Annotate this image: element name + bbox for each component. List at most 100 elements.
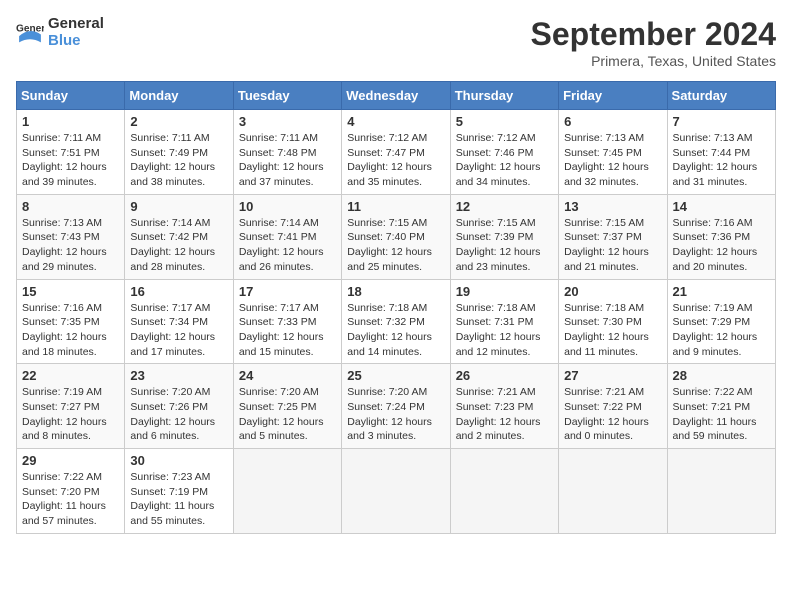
calendar-cell: 1 Sunrise: 7:11 AMSunset: 7:51 PMDayligh… (17, 110, 125, 195)
day-info: Sunrise: 7:19 AMSunset: 7:27 PMDaylight:… (22, 386, 107, 442)
day-number: 9 (130, 199, 227, 214)
day-info: Sunrise: 7:12 AMSunset: 7:46 PMDaylight:… (456, 132, 541, 188)
day-info: Sunrise: 7:11 AMSunset: 7:48 PMDaylight:… (239, 132, 324, 188)
calendar-cell: 28 Sunrise: 7:22 AMSunset: 7:21 PMDaylig… (667, 364, 775, 449)
day-info: Sunrise: 7:22 AMSunset: 7:21 PMDaylight:… (673, 386, 757, 442)
calendar-cell: 20 Sunrise: 7:18 AMSunset: 7:30 PMDaylig… (559, 279, 667, 364)
day-number: 12 (456, 199, 553, 214)
calendar-cell: 27 Sunrise: 7:21 AMSunset: 7:22 PMDaylig… (559, 364, 667, 449)
calendar-cell (450, 449, 558, 534)
day-info: Sunrise: 7:17 AMSunset: 7:33 PMDaylight:… (239, 302, 324, 358)
calendar-cell: 26 Sunrise: 7:21 AMSunset: 7:23 PMDaylig… (450, 364, 558, 449)
calendar-cell: 4 Sunrise: 7:12 AMSunset: 7:47 PMDayligh… (342, 110, 450, 195)
day-number: 25 (347, 368, 444, 383)
calendar-cell: 5 Sunrise: 7:12 AMSunset: 7:46 PMDayligh… (450, 110, 558, 195)
calendar-cell: 15 Sunrise: 7:16 AMSunset: 7:35 PMDaylig… (17, 279, 125, 364)
day-info: Sunrise: 7:15 AMSunset: 7:40 PMDaylight:… (347, 217, 432, 273)
day-number: 6 (564, 114, 661, 129)
page-header: General General Blue September 2024 Prim… (16, 16, 776, 69)
day-of-week-header: Tuesday (233, 82, 341, 110)
calendar-cell: 21 Sunrise: 7:19 AMSunset: 7:29 PMDaylig… (667, 279, 775, 364)
day-info: Sunrise: 7:12 AMSunset: 7:47 PMDaylight:… (347, 132, 432, 188)
day-number: 4 (347, 114, 444, 129)
day-number: 10 (239, 199, 336, 214)
day-number: 29 (22, 453, 119, 468)
day-number: 16 (130, 284, 227, 299)
calendar-cell (233, 449, 341, 534)
day-number: 2 (130, 114, 227, 129)
day-number: 3 (239, 114, 336, 129)
month-year-title: September 2024 (531, 16, 776, 53)
day-number: 13 (564, 199, 661, 214)
calendar-cell: 24 Sunrise: 7:20 AMSunset: 7:25 PMDaylig… (233, 364, 341, 449)
day-number: 7 (673, 114, 770, 129)
logo: General General Blue (16, 16, 104, 49)
calendar-cell: 13 Sunrise: 7:15 AMSunset: 7:37 PMDaylig… (559, 194, 667, 279)
calendar-cell: 9 Sunrise: 7:14 AMSunset: 7:42 PMDayligh… (125, 194, 233, 279)
calendar-cell: 18 Sunrise: 7:18 AMSunset: 7:32 PMDaylig… (342, 279, 450, 364)
day-info: Sunrise: 7:11 AMSunset: 7:51 PMDaylight:… (22, 132, 107, 188)
day-info: Sunrise: 7:17 AMSunset: 7:34 PMDaylight:… (130, 302, 215, 358)
day-of-week-header: Thursday (450, 82, 558, 110)
calendar-cell: 30 Sunrise: 7:23 AMSunset: 7:19 PMDaylig… (125, 449, 233, 534)
day-info: Sunrise: 7:20 AMSunset: 7:24 PMDaylight:… (347, 386, 432, 442)
calendar-cell: 12 Sunrise: 7:15 AMSunset: 7:39 PMDaylig… (450, 194, 558, 279)
calendar-cell: 11 Sunrise: 7:15 AMSunset: 7:40 PMDaylig… (342, 194, 450, 279)
day-info: Sunrise: 7:15 AMSunset: 7:37 PMDaylight:… (564, 217, 649, 273)
day-number: 28 (673, 368, 770, 383)
calendar-cell: 7 Sunrise: 7:13 AMSunset: 7:44 PMDayligh… (667, 110, 775, 195)
logo-general-text: General (48, 16, 104, 33)
title-block: September 2024 Primera, Texas, United St… (531, 16, 776, 69)
day-info: Sunrise: 7:13 AMSunset: 7:44 PMDaylight:… (673, 132, 758, 188)
day-of-week-header: Friday (559, 82, 667, 110)
calendar-cell: 6 Sunrise: 7:13 AMSunset: 7:45 PMDayligh… (559, 110, 667, 195)
day-number: 1 (22, 114, 119, 129)
day-info: Sunrise: 7:21 AMSunset: 7:23 PMDaylight:… (456, 386, 541, 442)
calendar-week-row: 29 Sunrise: 7:22 AMSunset: 7:20 PMDaylig… (17, 449, 776, 534)
day-number: 5 (456, 114, 553, 129)
calendar-cell: 3 Sunrise: 7:11 AMSunset: 7:48 PMDayligh… (233, 110, 341, 195)
calendar-cell (559, 449, 667, 534)
calendar-cell: 14 Sunrise: 7:16 AMSunset: 7:36 PMDaylig… (667, 194, 775, 279)
calendar-week-row: 15 Sunrise: 7:16 AMSunset: 7:35 PMDaylig… (17, 279, 776, 364)
day-info: Sunrise: 7:22 AMSunset: 7:20 PMDaylight:… (22, 471, 106, 527)
day-number: 21 (673, 284, 770, 299)
day-number: 11 (347, 199, 444, 214)
day-number: 18 (347, 284, 444, 299)
day-info: Sunrise: 7:13 AMSunset: 7:43 PMDaylight:… (22, 217, 107, 273)
day-info: Sunrise: 7:13 AMSunset: 7:45 PMDaylight:… (564, 132, 649, 188)
calendar-cell: 8 Sunrise: 7:13 AMSunset: 7:43 PMDayligh… (17, 194, 125, 279)
day-info: Sunrise: 7:14 AMSunset: 7:41 PMDaylight:… (239, 217, 324, 273)
day-info: Sunrise: 7:15 AMSunset: 7:39 PMDaylight:… (456, 217, 541, 273)
day-info: Sunrise: 7:19 AMSunset: 7:29 PMDaylight:… (673, 302, 758, 358)
day-number: 26 (456, 368, 553, 383)
day-number: 24 (239, 368, 336, 383)
day-info: Sunrise: 7:16 AMSunset: 7:35 PMDaylight:… (22, 302, 107, 358)
day-info: Sunrise: 7:23 AMSunset: 7:19 PMDaylight:… (130, 471, 214, 527)
calendar-cell: 25 Sunrise: 7:20 AMSunset: 7:24 PMDaylig… (342, 364, 450, 449)
day-info: Sunrise: 7:20 AMSunset: 7:25 PMDaylight:… (239, 386, 324, 442)
calendar-cell: 17 Sunrise: 7:17 AMSunset: 7:33 PMDaylig… (233, 279, 341, 364)
day-info: Sunrise: 7:11 AMSunset: 7:49 PMDaylight:… (130, 132, 215, 188)
calendar-cell: 19 Sunrise: 7:18 AMSunset: 7:31 PMDaylig… (450, 279, 558, 364)
day-number: 30 (130, 453, 227, 468)
calendar-cell: 23 Sunrise: 7:20 AMSunset: 7:26 PMDaylig… (125, 364, 233, 449)
day-info: Sunrise: 7:18 AMSunset: 7:31 PMDaylight:… (456, 302, 541, 358)
day-number: 27 (564, 368, 661, 383)
day-info: Sunrise: 7:16 AMSunset: 7:36 PMDaylight:… (673, 217, 758, 273)
calendar-cell: 16 Sunrise: 7:17 AMSunset: 7:34 PMDaylig… (125, 279, 233, 364)
day-number: 22 (22, 368, 119, 383)
day-of-week-header: Wednesday (342, 82, 450, 110)
day-info: Sunrise: 7:14 AMSunset: 7:42 PMDaylight:… (130, 217, 215, 273)
day-info: Sunrise: 7:18 AMSunset: 7:30 PMDaylight:… (564, 302, 649, 358)
calendar-table: SundayMondayTuesdayWednesdayThursdayFrid… (16, 81, 776, 534)
day-of-week-header: Monday (125, 82, 233, 110)
calendar-cell (667, 449, 775, 534)
day-info: Sunrise: 7:21 AMSunset: 7:22 PMDaylight:… (564, 386, 649, 442)
day-of-week-header: Sunday (17, 82, 125, 110)
day-of-week-header: Saturday (667, 82, 775, 110)
day-number: 15 (22, 284, 119, 299)
day-info: Sunrise: 7:18 AMSunset: 7:32 PMDaylight:… (347, 302, 432, 358)
calendar-header-row: SundayMondayTuesdayWednesdayThursdayFrid… (17, 82, 776, 110)
day-info: Sunrise: 7:20 AMSunset: 7:26 PMDaylight:… (130, 386, 215, 442)
